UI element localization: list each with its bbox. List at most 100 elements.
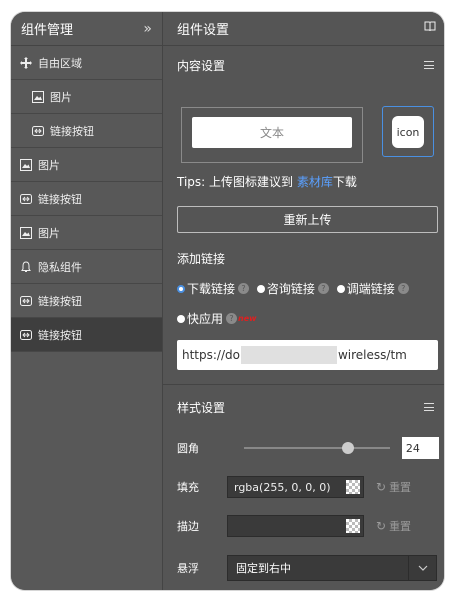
- help-icon[interactable]: ?: [238, 283, 250, 294]
- fill-color-value: rgba(255, 0, 0, 0): [234, 480, 331, 494]
- tree-item-label: 图片: [38, 226, 60, 240]
- reset-icon: ↻: [376, 519, 387, 533]
- component-manager-title: 组件管理: [21, 23, 74, 38]
- radio-label: 下载链接: [187, 282, 236, 296]
- radio-download-link[interactable]: 下载链接 ?: [177, 280, 250, 297]
- stroke-label: 描边: [177, 520, 199, 533]
- tree-item-label: 链接按钮: [38, 328, 82, 342]
- radius-input[interactable]: 24: [401, 437, 439, 459]
- stroke-color-input[interactable]: [227, 515, 364, 537]
- tips-suffix: 下载: [332, 175, 357, 189]
- radius-row: 圆角 24: [177, 437, 439, 459]
- content-settings-header[interactable]: 内容设置: [163, 46, 444, 84]
- float-label: 悬浮: [177, 562, 199, 575]
- help-icon[interactable]: ?: [226, 313, 238, 324]
- component-settings-panel: 组件设置 内容设置 文本 icon Tips: 上传图标建议到 素材库下载 重新…: [163, 12, 444, 590]
- image-icon: [19, 158, 33, 172]
- fill-reset-button[interactable]: ↻ 重置: [376, 479, 411, 495]
- tree-item-label: 图片: [50, 90, 72, 104]
- tree-item-link-button[interactable]: 链接按钮: [11, 182, 162, 216]
- url-text-start: https://do: [182, 348, 240, 362]
- radio-quick-app-row: 快应用 ? new: [177, 310, 261, 327]
- radius-label: 圆角: [177, 442, 199, 455]
- url-text-end: wireless/tm: [337, 348, 407, 362]
- reset-label: 重置: [389, 481, 412, 494]
- help-icon[interactable]: ?: [397, 283, 409, 294]
- component-settings-header: 组件设置: [163, 12, 444, 46]
- button-preview: 文本: [181, 107, 363, 163]
- style-settings-title: 样式设置: [177, 400, 226, 415]
- tree-item-label: 隐私组件: [38, 260, 82, 274]
- link-url-input[interactable]: https://do wireless/tm: [177, 340, 438, 370]
- radio-invoke-link[interactable]: 调端链接 ?: [336, 280, 409, 297]
- tree-item-free-area[interactable]: 自由区域: [11, 46, 162, 80]
- menu-icon[interactable]: [424, 61, 434, 69]
- tree-item-link-button-selected[interactable]: 链接按钮: [11, 318, 162, 352]
- fill-row: 填充 rgba(255, 0, 0, 0) ↻ 重置: [177, 476, 439, 498]
- float-select-value: 固定到右中: [236, 562, 291, 575]
- tree-item-link-button[interactable]: 链接按钮: [11, 114, 162, 148]
- style-settings-header[interactable]: 样式设置: [163, 388, 444, 426]
- component-manager-header: 组件管理 »: [11, 12, 162, 46]
- url-redacted-block: [240, 346, 337, 364]
- app-frame: 组件管理 » 自由区域 图片 链接按钮 图片 链接按钮 图片 隐私组件 链接按钮…: [11, 12, 444, 590]
- preview-text-button[interactable]: 文本: [192, 117, 352, 148]
- stroke-reset-button[interactable]: ↻ 重置: [376, 518, 411, 534]
- content-settings-title: 内容设置: [177, 58, 226, 73]
- float-row: 悬浮 固定到右中: [177, 555, 439, 581]
- link-type-radio-group: 下载链接 ? 咨询链接 ? 调端链接 ?: [177, 280, 442, 297]
- help-icon[interactable]: ?: [317, 283, 329, 294]
- link-button-icon: [19, 328, 33, 342]
- stroke-row: 描边 ↻ 重置: [177, 515, 439, 537]
- tree-item-link-button[interactable]: 链接按钮: [11, 284, 162, 318]
- tree-item-privacy[interactable]: 隐私组件: [11, 250, 162, 284]
- chevron-down-icon[interactable]: [408, 556, 436, 580]
- divider: [163, 384, 444, 385]
- collapse-icon[interactable]: »: [143, 21, 152, 37]
- tree-item-label: 链接按钮: [38, 294, 82, 308]
- book-icon[interactable]: [424, 21, 436, 36]
- add-link-label: 添加链接: [177, 252, 226, 266]
- link-button-icon: [19, 192, 33, 206]
- bell-icon: [19, 260, 33, 274]
- float-position-select[interactable]: 固定到右中: [227, 555, 437, 581]
- radio-label: 调端链接: [346, 282, 395, 296]
- radio-selected-dot: [177, 284, 185, 293]
- tree-item-image[interactable]: 图片: [11, 148, 162, 182]
- fill-color-input[interactable]: rgba(255, 0, 0, 0): [227, 476, 364, 498]
- radio-quick-app[interactable]: 快应用 ? new: [177, 310, 257, 327]
- tree-item-label: 链接按钮: [38, 192, 82, 206]
- reset-label: 重置: [389, 520, 412, 533]
- radius-slider[interactable]: [243, 441, 390, 455]
- menu-icon[interactable]: [424, 403, 434, 411]
- icon-thumbnail: icon: [392, 116, 424, 148]
- icon-upload-box[interactable]: icon: [382, 106, 434, 157]
- tree-item-label: 图片: [38, 158, 60, 172]
- component-manager-panel: 组件管理 » 自由区域 图片 链接按钮 图片 链接按钮 图片 隐私组件 链接按钮…: [11, 12, 163, 590]
- upload-tips: Tips: 上传图标建议到 素材库下载: [177, 173, 357, 190]
- link-button-icon: [31, 124, 45, 138]
- slider-track: [243, 447, 390, 449]
- material-library-link[interactable]: 素材库: [297, 175, 333, 189]
- radio-label: 咨询链接: [266, 282, 315, 296]
- radio-label: 快应用: [187, 312, 224, 326]
- move-icon: [19, 56, 33, 70]
- slider-handle[interactable]: [341, 442, 354, 454]
- tree-item-image[interactable]: 图片: [11, 80, 162, 114]
- tree-item-image[interactable]: 图片: [11, 216, 162, 250]
- image-icon: [31, 90, 45, 104]
- color-swatch-icon[interactable]: [346, 480, 360, 494]
- radio-dot: [336, 284, 345, 293]
- radio-consult-link[interactable]: 咨询链接 ?: [256, 280, 329, 297]
- link-button-icon: [19, 294, 33, 308]
- radio-dot: [177, 314, 185, 323]
- reupload-button[interactable]: 重新上传: [177, 206, 438, 233]
- tips-prefix: Tips: 上传图标建议到: [177, 175, 297, 189]
- tree-item-label: 自由区域: [38, 56, 82, 70]
- reset-icon: ↻: [376, 480, 387, 494]
- fill-label: 填充: [177, 481, 199, 494]
- color-swatch-icon[interactable]: [346, 519, 360, 533]
- new-badge: new: [238, 314, 257, 323]
- radio-dot: [256, 284, 265, 293]
- tree-item-label: 链接按钮: [50, 124, 94, 138]
